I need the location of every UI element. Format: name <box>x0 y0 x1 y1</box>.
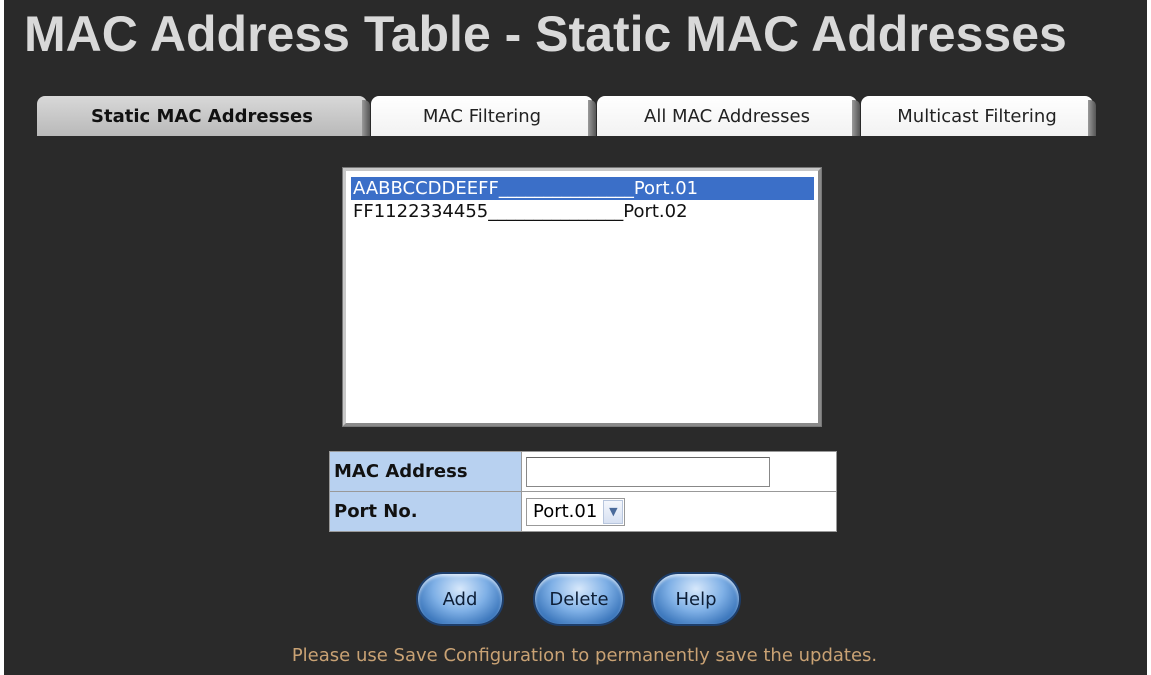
tab-label: Static MAC Addresses <box>91 105 313 127</box>
help-button[interactable]: Help <box>651 572 741 626</box>
tab-static-mac-addresses[interactable]: Static MAC Addresses <box>37 96 370 136</box>
tab-multicast-filtering[interactable]: Multicast Filtering <box>861 96 1096 136</box>
tab-label: All MAC Addresses <box>644 105 810 127</box>
list-item[interactable]: FF1122334455_______________Port.02 <box>351 200 814 223</box>
port-select[interactable]: Port.01 ▼ <box>526 497 626 526</box>
list-item[interactable]: AABBCCDDEEFF_______________Port.01 <box>351 177 814 200</box>
port-select-value: Port.01 <box>533 501 598 522</box>
page-title: MAC Address Table - Static MAC Addresses <box>24 6 1067 62</box>
chevron-down-icon[interactable]: ▼ <box>603 499 624 524</box>
mac-entry-form: MAC Address Port No. Port.01 ▼ <box>329 451 837 532</box>
static-mac-listbox[interactable]: AABBCCDDEEFF_______________Port.01 FF112… <box>342 167 822 427</box>
page-frame: MAC Address Table - Static MAC Addresses… <box>4 0 1147 675</box>
mac-address-label: MAC Address <box>329 451 522 492</box>
port-row: Port No. Port.01 ▼ <box>329 491 837 532</box>
tab-label: Multicast Filtering <box>897 105 1057 127</box>
save-config-note: Please use Save Configuration to permane… <box>291 645 878 666</box>
tab-mac-filtering[interactable]: MAC Filtering <box>371 96 596 136</box>
delete-button[interactable]: Delete <box>533 572 625 626</box>
add-button[interactable]: Add <box>416 572 504 626</box>
mac-address-row: MAC Address <box>329 451 837 492</box>
tab-bar: Static MAC Addresses MAC Filtering All M… <box>37 96 1096 136</box>
tab-label: MAC Filtering <box>422 105 542 127</box>
port-no-label: Port No. <box>329 491 522 532</box>
tab-all-mac-addresses[interactable]: All MAC Addresses <box>597 96 860 136</box>
mac-address-input[interactable] <box>526 456 770 487</box>
